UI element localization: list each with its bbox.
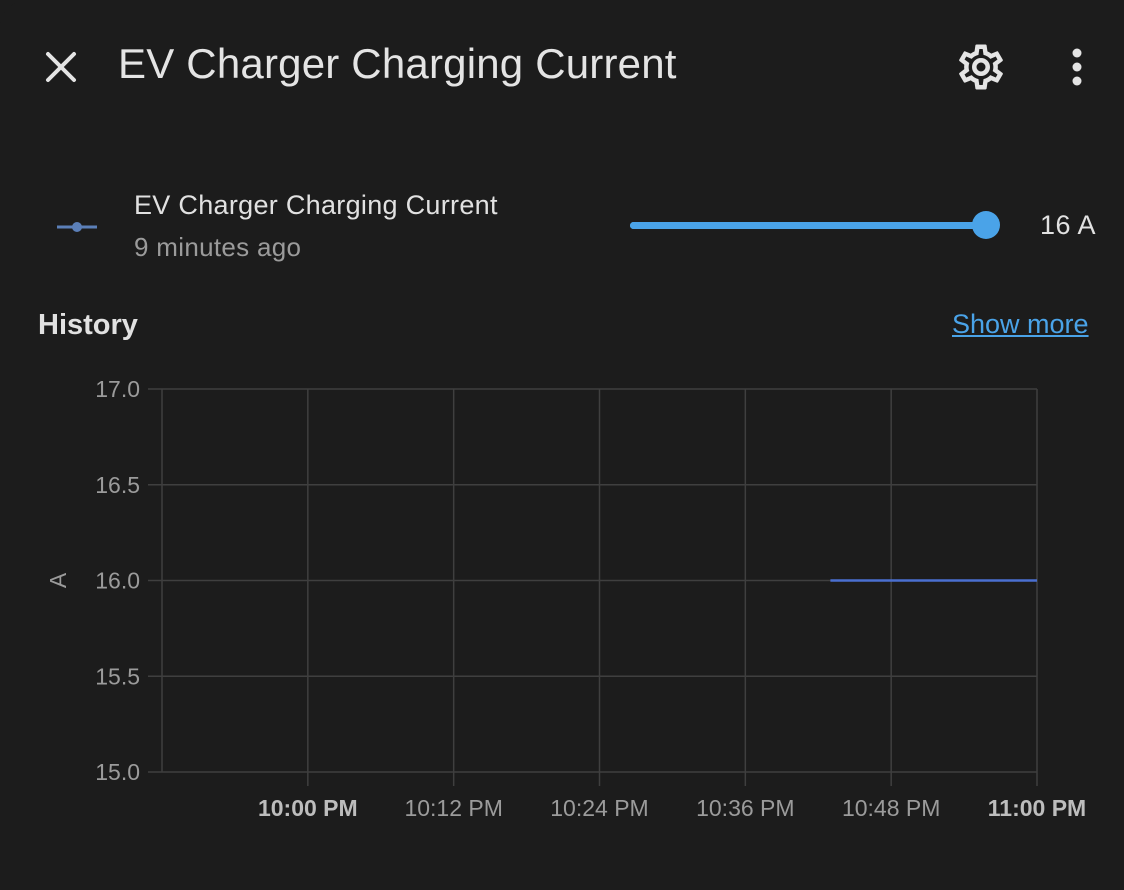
dialog-header: EV Charger Charging Current — [0, 0, 1124, 134]
show-more-link[interactable]: Show more — [952, 309, 1089, 340]
charging-current-slider[interactable] — [630, 208, 1002, 244]
y-tick-label: 16.5 — [95, 472, 140, 498]
history-chart: 17.0 16.5 16.0 15.5 15.0 10:00 PM 10:12 PM 10:2… — [0, 360, 1124, 840]
y-tick-label: 15.5 — [95, 663, 140, 689]
current-value-label: 16 A — [1040, 210, 1097, 240]
settings-button[interactable] — [954, 40, 1008, 94]
x-tick-label: 10:00 PM — [258, 795, 358, 821]
x-tick-label: 11:00 PM — [988, 795, 1086, 821]
close-icon — [46, 52, 76, 82]
entity-row: EV Charger Charging Current 9 minutes ag… — [0, 180, 1124, 280]
gear-icon — [959, 44, 1003, 90]
last-changed-text: 9 minutes ago — [134, 232, 302, 262]
slider-icon — [57, 222, 97, 232]
x-tick-label: 10:36 PM — [696, 795, 794, 821]
close-button[interactable] — [36, 42, 86, 92]
y-tick-label: 15.0 — [95, 759, 140, 785]
history-heading: History — [38, 309, 138, 341]
more-info-dialog: EV Charger Charging Current EV Charger C… — [0, 0, 1124, 890]
dialog-title: EV Charger Charging Current — [118, 40, 677, 87]
history-chart-svg: 17.0 16.5 16.0 15.5 15.0 10:00 PM 10:12 PM 10:2… — [45, 376, 1086, 821]
dots-vertical-icon — [1072, 48, 1082, 86]
slider-fill — [630, 222, 986, 229]
x-tick-label: 10:48 PM — [842, 795, 940, 821]
x-tick-label: 10:12 PM — [404, 795, 502, 821]
more-menu-button[interactable] — [1052, 40, 1102, 94]
x-tick-label: 10:24 PM — [550, 795, 648, 821]
y-axis-label: A — [45, 572, 71, 588]
y-tick-label: 17.0 — [95, 376, 140, 402]
y-tick-label: 16.0 — [95, 568, 140, 594]
entity-name: EV Charger Charging Current — [134, 190, 498, 220]
slider-thumb[interactable] — [972, 211, 1000, 239]
